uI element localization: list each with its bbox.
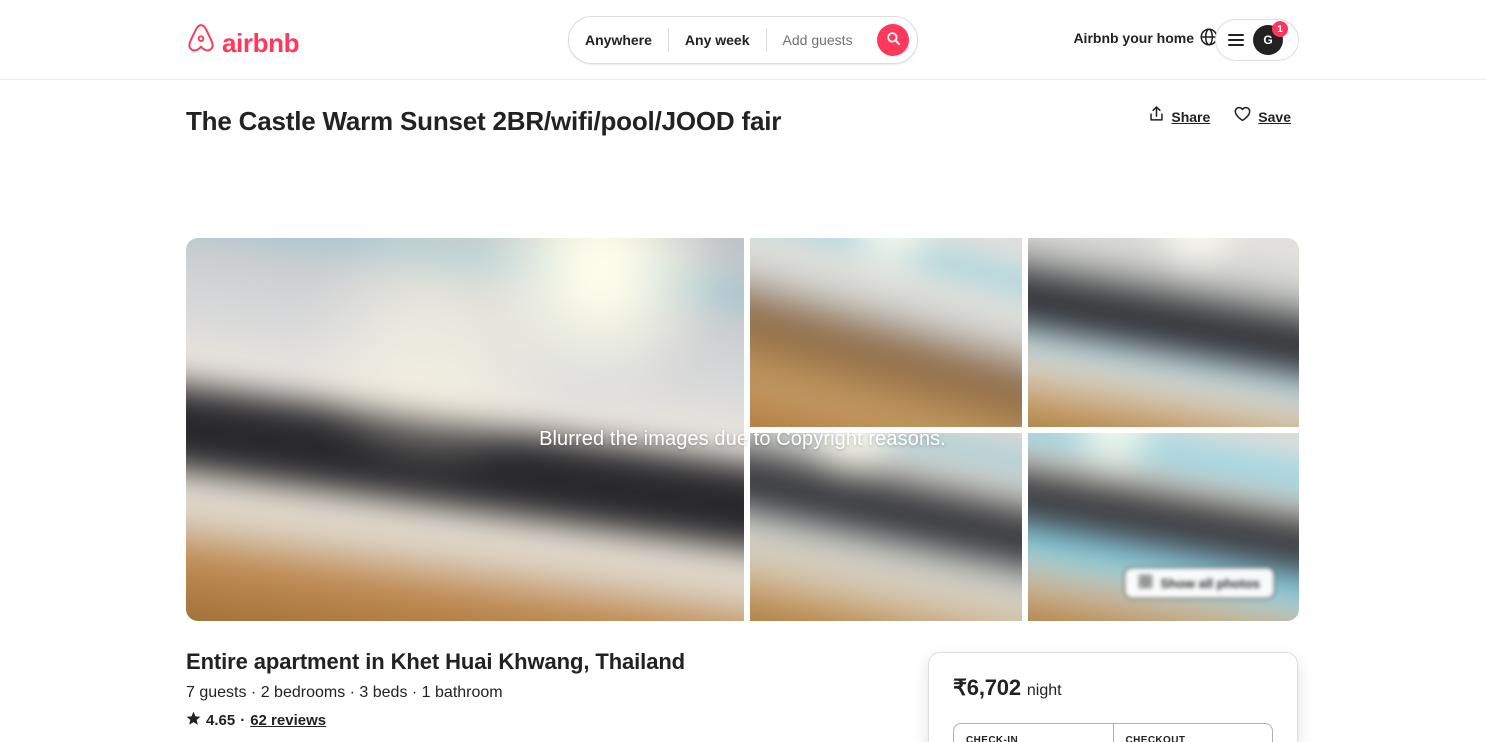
overview-details: 7 guests · 2 bedrooms · 3 beds · 1 bathr… — [186, 683, 503, 701]
gallery-photo-2[interactable] — [750, 238, 1022, 427]
booking-fields: CHECK-IN Add date CHECKOUT Add date GUES… — [953, 723, 1273, 742]
price-amount: ₹6,702 — [953, 675, 1021, 700]
airbnb-belo-icon — [186, 23, 216, 60]
avatar[interactable]: G 1 — [1253, 21, 1288, 55]
listing-title-row: The Castle Warm Sunset 2BR/wifi/pool/JOO… — [186, 100, 1299, 137]
search-location-segment[interactable]: Anywhere — [569, 33, 668, 47]
booking-card: ₹6,702 night CHECK-IN Add date CHECKOUT … — [928, 652, 1298, 742]
profile-menu-button[interactable]: G 1 — [1215, 19, 1299, 61]
gallery-photo-main[interactable] — [186, 238, 744, 621]
rating-row: 4.65 · 62 reviews — [186, 711, 836, 730]
airbnb-your-home-link[interactable]: Airbnb your home — [1073, 30, 1194, 46]
gallery-photo-4[interactable] — [750, 433, 1022, 622]
reviews-link[interactable]: 62 reviews — [250, 712, 326, 729]
search-submit-button[interactable] — [877, 24, 909, 56]
checkin-field[interactable]: CHECK-IN Add date — [954, 724, 1113, 742]
title-actions: Share Save — [1141, 100, 1299, 137]
hamburger-menu-icon[interactable] — [1228, 34, 1244, 46]
show-all-photos-button[interactable]: Show all photos — [1124, 567, 1275, 599]
save-button[interactable]: Save — [1226, 100, 1299, 133]
share-label: Share — [1171, 108, 1211, 125]
share-button[interactable]: Share — [1141, 100, 1218, 133]
search-icon — [886, 32, 900, 48]
airbnb-logo[interactable]: airbnb — [186, 23, 299, 60]
grid-icon — [1139, 575, 1153, 591]
site-header: airbnb Anywhere Any week Add guests Airb… — [0, 0, 1486, 80]
search-guests-segment[interactable]: Add guests — [767, 33, 869, 47]
price-row: ₹6,702 night — [953, 675, 1273, 701]
share-icon — [1149, 106, 1164, 127]
heart-outline-icon — [1234, 106, 1251, 127]
checkin-label: CHECK-IN — [966, 735, 1019, 742]
checkout-label: CHECKOUT — [1125, 735, 1186, 742]
gallery-photo-3[interactable] — [1028, 238, 1300, 427]
airbnb-wordmark: airbnb — [222, 27, 300, 58]
listing-overview: Entire apartment in Khet Huai Khwang, Th… — [186, 648, 836, 742]
rating-separator: · — [240, 711, 246, 729]
photo-gallery: Blurred the images due to Copyright reas… — [186, 238, 1299, 621]
notification-badge: 1 — [1272, 21, 1288, 37]
checkout-field[interactable]: CHECKOUT Add date — [1112, 724, 1273, 742]
overview-heading: Entire apartment in Khet Huai Khwang, Th… — [186, 649, 686, 674]
price-unit: night — [1026, 682, 1062, 699]
page-title: The Castle Warm Sunset 2BR/wifi/pool/JOO… — [186, 105, 782, 136]
search-dates-segment[interactable]: Any week — [669, 33, 766, 47]
show-all-photos-label: Show all photos — [1160, 575, 1260, 591]
rating-value: 4.65 — [206, 711, 236, 729]
date-fields: CHECK-IN Add date CHECKOUT Add date — [954, 724, 1272, 742]
save-label: Save — [1258, 108, 1291, 125]
search-bar[interactable]: Anywhere Any week Add guests — [568, 16, 918, 64]
star-filled-icon — [186, 711, 201, 730]
